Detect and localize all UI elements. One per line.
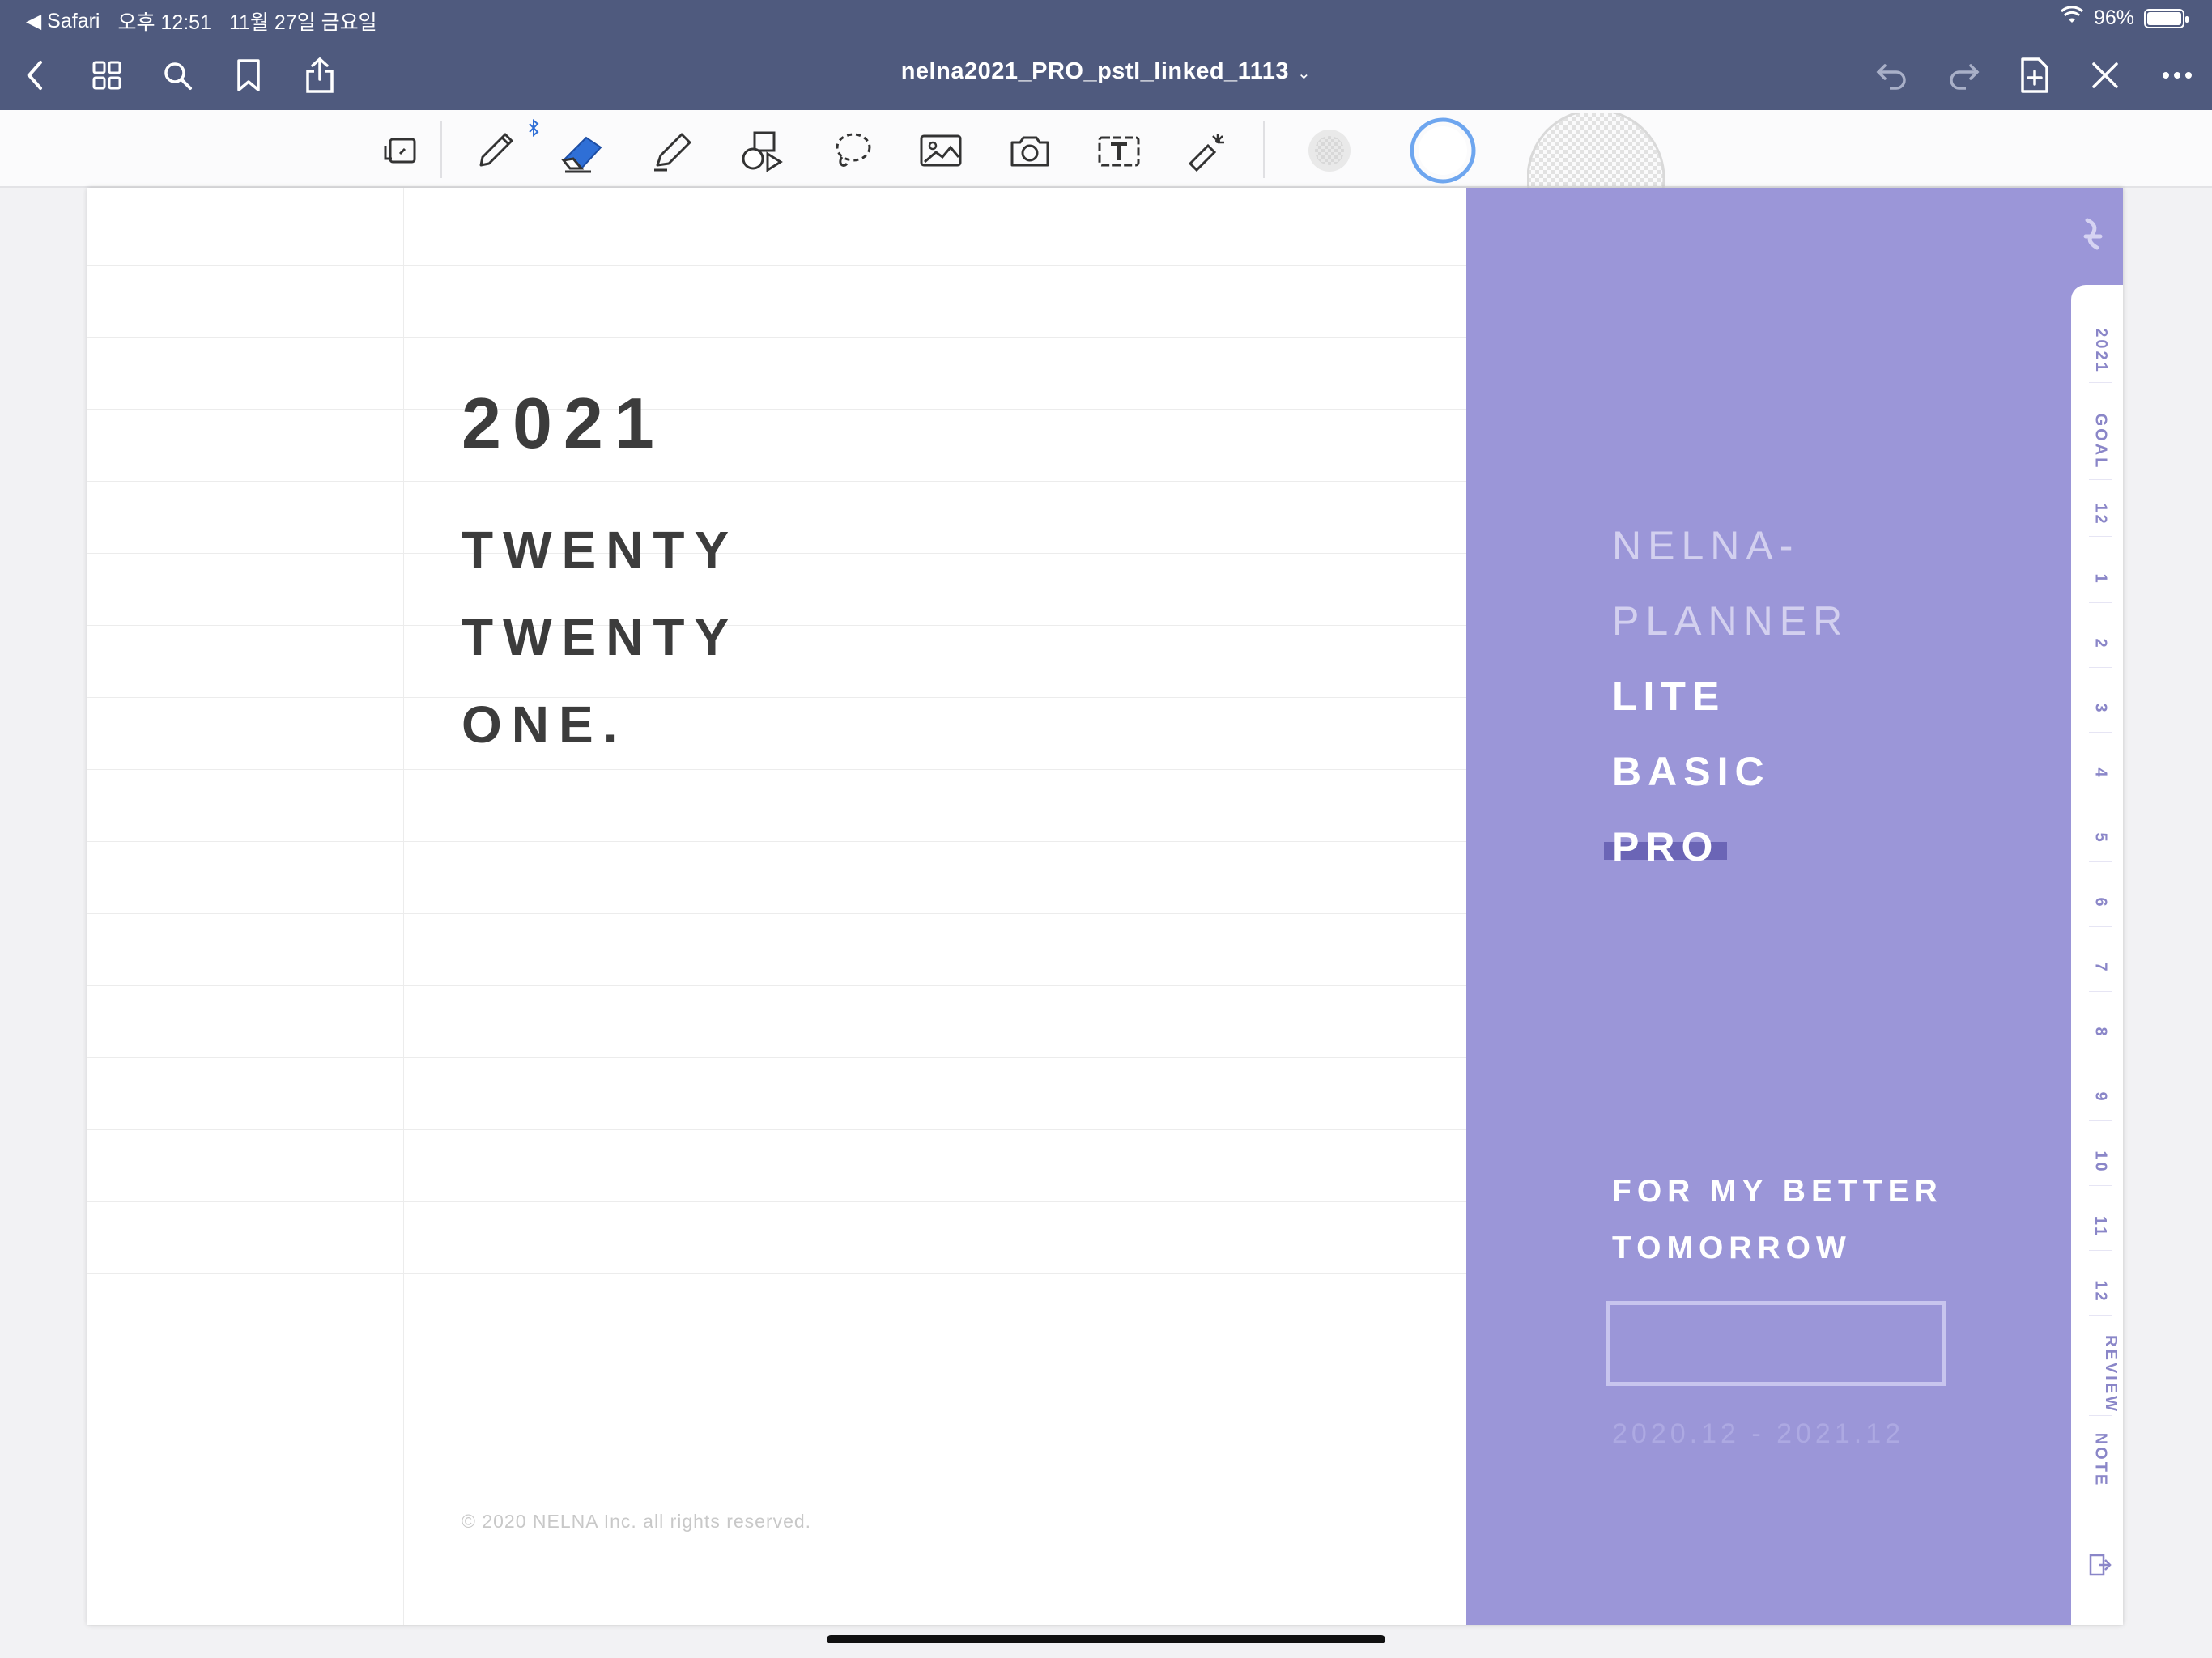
- cover-right-panel: NELNA- PLANNER LITE BASIC PRO FOR MY BET…: [1466, 188, 2123, 1625]
- tab-oct-label: 10: [2091, 1150, 2110, 1174]
- laser-pointer-icon[interactable]: [1182, 125, 1234, 176]
- redo-icon[interactable]: [1943, 55, 1984, 96]
- index-tabs: 2021 GOAL 12 1 2 3 4 5 6 7 8 9 10 11 12 …: [2071, 285, 2123, 1625]
- drawing-toolbar: [0, 110, 2212, 188]
- image-icon[interactable]: [915, 125, 967, 176]
- tab-dec-2020[interactable]: 12: [2071, 503, 2123, 526]
- tab-dec-label: 12: [2091, 1280, 2110, 1303]
- home-indicator[interactable]: [827, 1635, 1385, 1643]
- tab-feb[interactable]: 2: [2071, 635, 2123, 653]
- tab-mar[interactable]: 3: [2071, 699, 2123, 718]
- tagline-line-3: ONE.: [462, 695, 627, 754]
- stroke-size-large[interactable]: [1527, 113, 1665, 188]
- slogan-line-2: TOMORROW: [1612, 1231, 1852, 1265]
- tab-mar-label: 3: [2091, 703, 2110, 715]
- tab-note[interactable]: NOTE: [2071, 1433, 2123, 1488]
- highlighter-icon[interactable]: [648, 125, 700, 176]
- tab-oct[interactable]: 10: [2071, 1150, 2123, 1174]
- tab-2021-label: 2021: [2091, 328, 2110, 374]
- tab-apr[interactable]: 4: [2071, 764, 2123, 783]
- brand-line-1: NELNA-: [1612, 523, 1800, 568]
- tab-jun-label: 6: [2091, 897, 2110, 909]
- tab-goal-label: GOAL: [2091, 413, 2110, 470]
- chevron-down-icon: ⌄: [1297, 65, 1312, 83]
- tab-aug-label: 8: [2091, 1027, 2110, 1039]
- tagline-line-1: TWENTY: [462, 521, 739, 579]
- tab-aug[interactable]: 8: [2071, 1023, 2123, 1042]
- status-date: 11월 27일 금요일: [229, 11, 377, 34]
- page-layout-icon[interactable]: [374, 125, 426, 176]
- tab-feb-label: 2: [2091, 638, 2110, 650]
- shapes-icon[interactable]: [737, 125, 789, 176]
- tab-2021[interactable]: 2021: [2071, 328, 2123, 374]
- date-range: 2020.12 - 2021.12: [1612, 1418, 1905, 1449]
- link-out-icon[interactable]: [2071, 1552, 2123, 1583]
- copyright-text: © 2020 NELNA Inc. all rights reserved.: [462, 1511, 812, 1532]
- add-page-icon[interactable]: [2014, 55, 2055, 96]
- tab-logo[interactable]: [2063, 188, 2123, 283]
- tab-jan[interactable]: 1: [2071, 570, 2123, 589]
- tab-sep-month-label: 9: [2091, 1091, 2110, 1103]
- name-box[interactable]: [1606, 1301, 1946, 1386]
- cover-left-area: 2021 TWENTY TWENTY ONE. © 2020 NELNA Inc…: [87, 188, 1466, 1625]
- status-bar: ◀ Safari 오후 12:51 11월 27일 금요일 96%: [0, 0, 2212, 37]
- tab-jan-label: 1: [2091, 573, 2110, 585]
- tab-may-label: 5: [2091, 832, 2110, 844]
- tab-review-label: REVIEW: [2101, 1335, 2120, 1414]
- tab-sep-month[interactable]: 9: [2071, 1088, 2123, 1107]
- lasso-icon[interactable]: [826, 125, 878, 176]
- stroke-size-selected[interactable]: [1409, 117, 1477, 185]
- edition-pro: PRO: [1612, 824, 1720, 869]
- text-icon[interactable]: [1093, 125, 1145, 176]
- tagline-line-2: TWENTY: [462, 608, 739, 666]
- camera-icon[interactable]: [1004, 125, 1056, 176]
- back-to-app-link[interactable]: ◀ Safari: [26, 9, 100, 33]
- planner-page[interactable]: 2021 TWENTY TWENTY ONE. © 2020 NELNA Inc…: [87, 188, 2123, 1625]
- tab-apr-label: 4: [2091, 767, 2110, 780]
- tab-review[interactable]: REVIEW: [2071, 1335, 2123, 1414]
- bluetooth-icon: [525, 118, 542, 138]
- more-options-icon[interactable]: [2157, 55, 2197, 96]
- tab-jul-label: 7: [2091, 962, 2110, 974]
- tab-nov-label: 11: [2091, 1215, 2110, 1239]
- pen-icon[interactable]: [470, 125, 521, 176]
- slogan-line-1: FOR MY BETTER: [1612, 1174, 1943, 1209]
- battery-percent: 96%: [2093, 6, 2134, 29]
- pen-off-icon[interactable]: [2085, 55, 2125, 96]
- tab-jul[interactable]: 7: [2071, 959, 2123, 977]
- tab-dec[interactable]: 12: [2071, 1280, 2123, 1303]
- brand-line-2: PLANNER: [1612, 598, 1849, 644]
- wifi-icon: [2060, 6, 2084, 30]
- edition-lite: LITE: [1612, 674, 1726, 719]
- tab-dec-2020-label: 12: [2091, 503, 2110, 526]
- tab-may[interactable]: 5: [2071, 829, 2123, 848]
- cover-year: 2021: [462, 383, 666, 463]
- top-bar: ◀ Safari 오후 12:51 11월 27일 금요일 96% nelna2…: [0, 0, 2212, 110]
- edition-basic: BASIC: [1612, 749, 1771, 794]
- status-time: 오후 12:51: [117, 11, 211, 34]
- battery-icon: [2144, 8, 2189, 28]
- tab-note-label: NOTE: [2091, 1432, 2110, 1488]
- eraser-icon[interactable]: [559, 125, 610, 176]
- color-swatch-transparent[interactable]: [1304, 125, 1355, 176]
- tab-nov[interactable]: 11: [2071, 1215, 2123, 1239]
- tab-goal[interactable]: GOAL: [2071, 414, 2123, 470]
- undo-icon[interactable]: [1872, 55, 1912, 96]
- tab-jun[interactable]: 6: [2071, 894, 2123, 912]
- document-title-text: nelna2021_PRO_pstl_linked_1113: [900, 58, 1290, 84]
